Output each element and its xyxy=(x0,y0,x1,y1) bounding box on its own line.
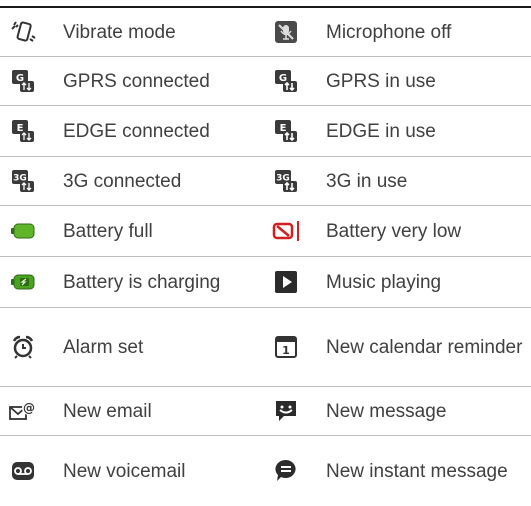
edge-connected-icon: E xyxy=(8,116,38,146)
status-icon-table: Vibrate mode Microphone off G GPRS conne… xyxy=(0,0,531,506)
table-cell: G GPRS connected xyxy=(0,57,262,105)
icon-label: Alarm set xyxy=(63,336,144,358)
gprs-in-use-icon: G xyxy=(271,66,301,96)
icon-label: Battery is charging xyxy=(63,271,221,293)
table-cell: Music playing xyxy=(262,257,531,307)
microphone-off-icon xyxy=(271,17,301,47)
vibrate-icon xyxy=(8,17,38,47)
table-cell: Alarm set xyxy=(0,308,262,386)
icon-label: New instant message xyxy=(326,460,508,482)
icon-label: New calendar reminder xyxy=(326,336,523,358)
instant-message-icon xyxy=(271,456,301,486)
battery-charging-icon xyxy=(8,267,38,297)
3g-connected-icon: 3G xyxy=(8,166,38,196)
table-cell: Battery very low xyxy=(262,206,531,256)
table-cell: New message xyxy=(262,387,531,435)
icon-label: GPRS in use xyxy=(326,70,436,92)
3g-in-use-icon: 3G xyxy=(271,166,301,196)
battery-very-low-icon xyxy=(271,216,301,246)
icon-label: Vibrate mode xyxy=(63,21,176,43)
table-cell: G GPRS in use xyxy=(262,57,531,105)
table-cell: 3G 3G connected xyxy=(0,157,262,205)
icon-label: Battery very low xyxy=(326,220,462,242)
icon-label: Microphone off xyxy=(326,21,452,43)
table-cell: Microphone off xyxy=(262,8,531,56)
icon-label: 3G in use xyxy=(326,170,408,192)
table-row: New voicemail New instant message xyxy=(0,436,531,506)
table-cell: 3G 3G in use xyxy=(262,157,531,205)
table-row: E EDGE connected E EDGE in use xyxy=(0,106,531,157)
table-cell: 1 New calendar reminder xyxy=(262,308,531,386)
table-cell: New instant message xyxy=(262,436,531,506)
icon-label: EDGE in use xyxy=(326,120,436,142)
music-playing-icon xyxy=(271,267,301,297)
table-row: Battery full Battery very low xyxy=(0,206,531,257)
battery-full-icon xyxy=(8,216,38,246)
table-cell: E EDGE connected xyxy=(0,106,262,156)
table-cell: Vibrate mode xyxy=(0,8,262,56)
table-cell: E EDGE in use xyxy=(262,106,531,156)
message-icon xyxy=(271,396,301,426)
email-icon: @ xyxy=(8,396,38,426)
icon-label: 3G connected xyxy=(63,170,182,192)
icon-label: Battery full xyxy=(63,220,153,242)
icon-label: GPRS connected xyxy=(63,70,210,92)
calendar-icon: 1 xyxy=(271,332,301,362)
table-row: @ New email New message xyxy=(0,387,531,436)
table-row: G GPRS connected G GPRS in use xyxy=(0,57,531,106)
table-cell: Battery is charging xyxy=(0,257,262,307)
svg-text:@: @ xyxy=(23,401,35,415)
edge-in-use-icon: E xyxy=(271,116,301,146)
table-row: 3G 3G connected 3G 3G in use xyxy=(0,157,531,206)
table-row: Alarm set 1 New calendar reminder xyxy=(0,308,531,387)
table-cell: @ New email xyxy=(0,387,262,435)
svg-text:1: 1 xyxy=(282,344,290,357)
table-row: Vibrate mode Microphone off xyxy=(0,8,531,57)
icon-label: EDGE connected xyxy=(63,120,210,142)
icon-label: Music playing xyxy=(326,271,442,293)
table-cell: Battery full xyxy=(0,206,262,256)
table-cell: New voicemail xyxy=(0,436,262,506)
voicemail-icon xyxy=(8,456,38,486)
table-row: Battery is charging Music playing xyxy=(0,257,531,308)
icon-label: New email xyxy=(63,400,152,422)
gprs-connected-icon: G xyxy=(8,66,38,96)
icon-label: New voicemail xyxy=(63,460,186,482)
alarm-icon xyxy=(8,332,38,362)
icon-label: New message xyxy=(326,400,447,422)
